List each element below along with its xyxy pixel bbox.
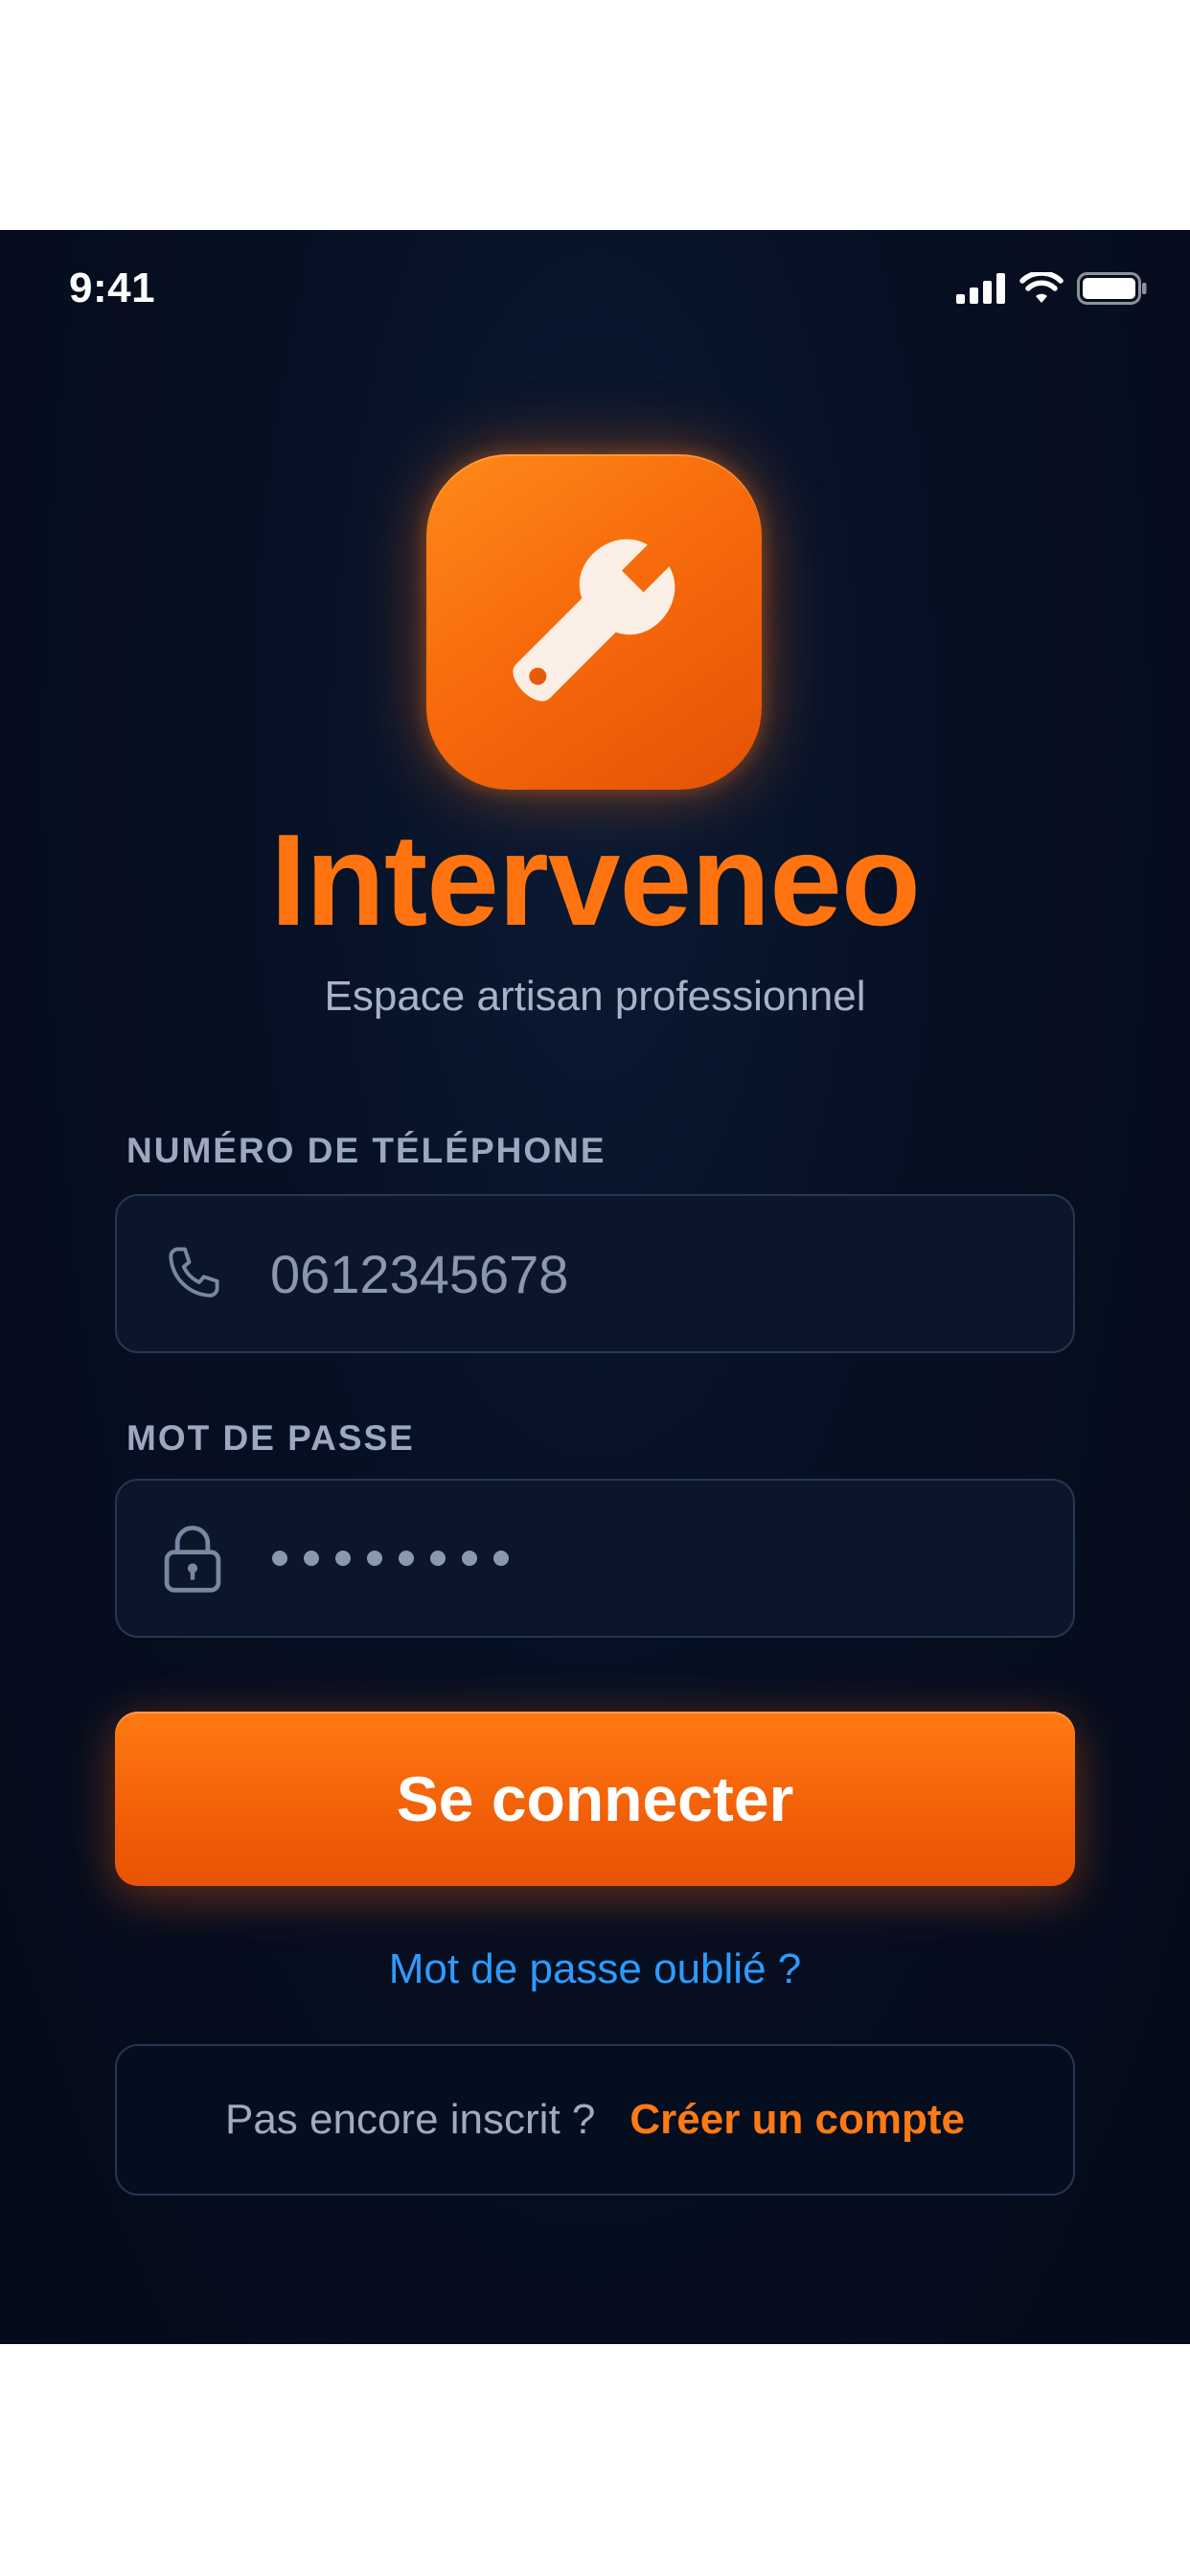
phone-input[interactable] bbox=[270, 1242, 1073, 1305]
phone-label: NUMÉRO DE TÉLÉPHONE bbox=[126, 1131, 606, 1170]
app-logo bbox=[426, 454, 762, 790]
app-tagline: Espace artisan professionnel bbox=[324, 973, 866, 1020]
password-field[interactable] bbox=[115, 1479, 1075, 1638]
login-button[interactable]: Se connecter bbox=[115, 1712, 1075, 1886]
password-input[interactable] bbox=[272, 1551, 509, 1566]
login-screen: 9:41 Interveneo Espace artisan professio… bbox=[0, 230, 1190, 2344]
phone-icon bbox=[159, 1239, 245, 1308]
signal-icon bbox=[956, 273, 1006, 304]
status-time: 9:41 bbox=[69, 264, 156, 311]
app-name: Interveneo bbox=[270, 807, 921, 953]
password-label: MOT DE PASSE bbox=[126, 1418, 415, 1458]
phone-field[interactable] bbox=[115, 1194, 1075, 1353]
signup-box: Pas encore inscrit ? Créer un compte bbox=[115, 2044, 1075, 2196]
create-account-link[interactable]: Créer un compte bbox=[629, 2096, 965, 2144]
forgot-password-link[interactable]: Mot de passe oublié ? bbox=[0, 1945, 1190, 1993]
battery-icon bbox=[1077, 272, 1148, 305]
wifi-icon bbox=[1019, 272, 1064, 305]
wrench-icon bbox=[484, 510, 704, 735]
signup-prompt: Pas encore inscrit ? bbox=[224, 2096, 596, 2143]
status-icons bbox=[956, 272, 1148, 305]
lock-icon bbox=[159, 1522, 245, 1595]
